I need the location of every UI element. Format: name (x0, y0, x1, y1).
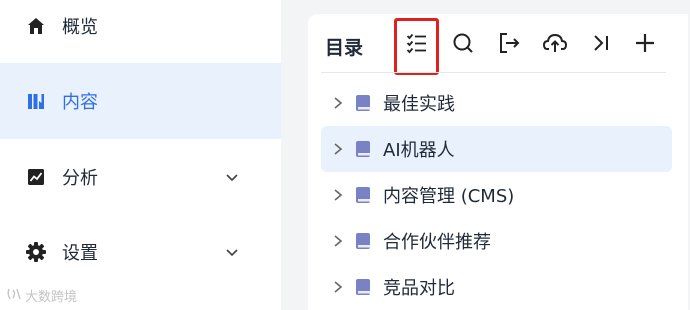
sidebar: 概览 内容 分析 设置 (0, 0, 281, 310)
book-icon (355, 186, 371, 204)
chevron-right-icon[interactable] (331, 280, 345, 294)
sidebar-item-label: 内容 (62, 92, 98, 113)
sidebar-item-analytics[interactable]: 分析 (0, 139, 281, 215)
chart-icon (25, 166, 47, 188)
export-icon (497, 31, 521, 59)
collapse-button[interactable] (586, 30, 616, 60)
search-button[interactable] (448, 30, 478, 60)
add-icon (634, 32, 656, 58)
tree-item[interactable]: 最佳实践 (321, 80, 672, 126)
chevron-right-icon[interactable] (331, 188, 345, 202)
search-icon (451, 31, 475, 59)
book-icon (355, 278, 371, 296)
book-icon (355, 140, 371, 158)
tree-item-label: 内容管理 (CMS) (383, 186, 515, 207)
sidebar-item-settings[interactable]: 设置 (0, 214, 281, 290)
upload-button[interactable] (540, 30, 570, 60)
chevron-down-icon (224, 169, 240, 185)
book-icon (355, 232, 371, 250)
checklist-icon (405, 31, 429, 59)
collapse-icon (590, 32, 612, 58)
sidebar-item-label: 设置 (62, 243, 98, 264)
chevron-down-icon (224, 244, 240, 260)
sidebar-item-content[interactable]: 内容 (0, 63, 281, 139)
tree-item-label: AI机器人 (383, 140, 455, 161)
content-icon (25, 90, 47, 112)
watermark-logo-icon (6, 287, 22, 305)
panel-title: 目录 (325, 37, 364, 59)
add-button[interactable] (630, 30, 660, 60)
home-icon (25, 15, 47, 37)
directory-panel: 目录 最佳实践 AI机器人 内容管理 (CMS) 合作伙伴推荐 竞品对比 (308, 14, 688, 310)
export-button[interactable] (494, 30, 524, 60)
divider (321, 72, 666, 73)
sidebar-item-label: 概览 (62, 17, 98, 38)
sidebar-item-label: 分析 (62, 168, 98, 189)
tree-item-label: 最佳实践 (383, 94, 455, 115)
upload-icon (542, 31, 568, 59)
gear-icon (25, 241, 47, 263)
chevron-right-icon[interactable] (331, 234, 345, 248)
watermark: 大数跨境 (6, 286, 77, 305)
tree-item-label: 合作伙伴推荐 (383, 232, 491, 253)
checklist-button[interactable] (402, 30, 432, 60)
tree-item[interactable]: 内容管理 (CMS) (321, 172, 672, 218)
sidebar-item-overview[interactable]: 概览 (0, 0, 281, 64)
chevron-right-icon[interactable] (331, 96, 345, 110)
tree-item[interactable]: 竞品对比 (321, 264, 672, 310)
tree-item[interactable]: AI机器人 (321, 126, 672, 172)
chevron-right-icon[interactable] (331, 142, 345, 156)
watermark-text: 大数跨境 (25, 290, 78, 305)
book-icon (355, 94, 371, 112)
tree-item-label: 竞品对比 (383, 278, 455, 299)
tree-item[interactable]: 合作伙伴推荐 (321, 218, 672, 264)
